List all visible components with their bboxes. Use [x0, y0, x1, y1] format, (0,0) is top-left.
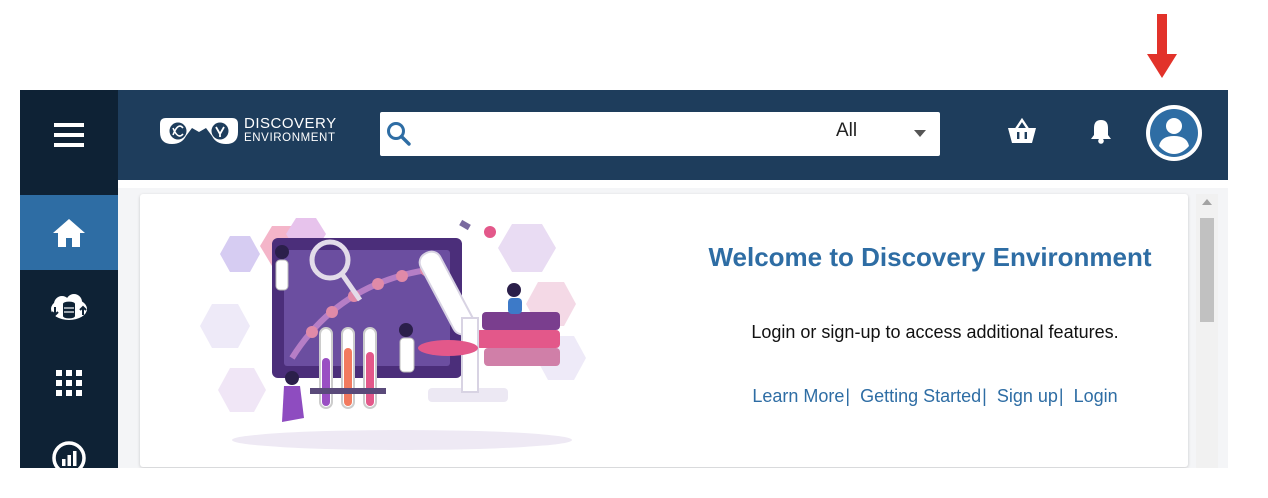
scrollbar[interactable]: [1196, 194, 1218, 468]
getting-started-link[interactable]: Getting Started: [860, 386, 981, 406]
science-illustration: [200, 218, 586, 450]
notifications-button[interactable]: [1090, 118, 1112, 149]
account-button[interactable]: [1145, 104, 1203, 167]
logo-subtitle: ENVIRONMENT: [244, 131, 336, 144]
search-scope-value: All: [836, 120, 858, 141]
annotation-arrow-icon: [1147, 14, 1177, 78]
hamburger-icon: [54, 123, 84, 147]
sidebar: [20, 90, 118, 468]
search-bar: All: [380, 112, 940, 156]
sidebar-item-home[interactable]: [20, 195, 118, 270]
app-window: DISCOVERY ENVIRONMENT All Welcome to Dis…: [20, 90, 1228, 468]
bell-icon: [1091, 120, 1111, 144]
menu-toggle-button[interactable]: [20, 90, 118, 180]
account-circle-icon: [1146, 105, 1202, 161]
sidebar-item-data[interactable]: [20, 270, 118, 345]
welcome-title: Welcome to Discovery Environment: [708, 242, 1152, 272]
search-input[interactable]: [416, 118, 820, 150]
search-icon[interactable]: [386, 121, 412, 147]
basket-icon: [1008, 117, 1036, 143]
welcome-subtitle: Login or sign-up to access additional fe…: [751, 322, 1119, 342]
chevron-down-icon: [914, 130, 926, 137]
logo-title: DISCOVERY: [244, 115, 337, 133]
welcome-links: Learn More| Getting Started| Sign up| Lo…: [700, 386, 1170, 407]
de-logo-icon: [160, 118, 238, 144]
link-separator: |: [845, 386, 851, 406]
data-cloud-icon: [51, 293, 87, 320]
search-scope-select[interactable]: All: [828, 118, 934, 148]
link-separator: |: [982, 386, 987, 406]
sidebar-item-apps[interactable]: [20, 345, 118, 420]
sign-up-link[interactable]: Sign up: [997, 386, 1058, 406]
link-separator: |: [1058, 386, 1064, 406]
welcome-card: Welcome to Discovery Environment Login o…: [140, 194, 1188, 467]
analyses-icon: [52, 440, 86, 468]
toolbar-strip: [118, 180, 1228, 188]
login-link[interactable]: Login: [1074, 386, 1118, 406]
home-icon: [53, 218, 85, 247]
sidebar-item-analyses[interactable]: [20, 420, 118, 468]
scroll-up-arrow-icon[interactable]: [1201, 198, 1213, 206]
data-basket-button[interactable]: [1008, 117, 1036, 149]
apps-grid-icon: [56, 369, 82, 396]
learn-more-link[interactable]: Learn More: [752, 386, 844, 406]
top-bar: DISCOVERY ENVIRONMENT All: [118, 90, 1228, 180]
scrollbar-thumb[interactable]: [1200, 218, 1214, 322]
de-logo[interactable]: DISCOVERY ENVIRONMENT: [160, 110, 337, 150]
